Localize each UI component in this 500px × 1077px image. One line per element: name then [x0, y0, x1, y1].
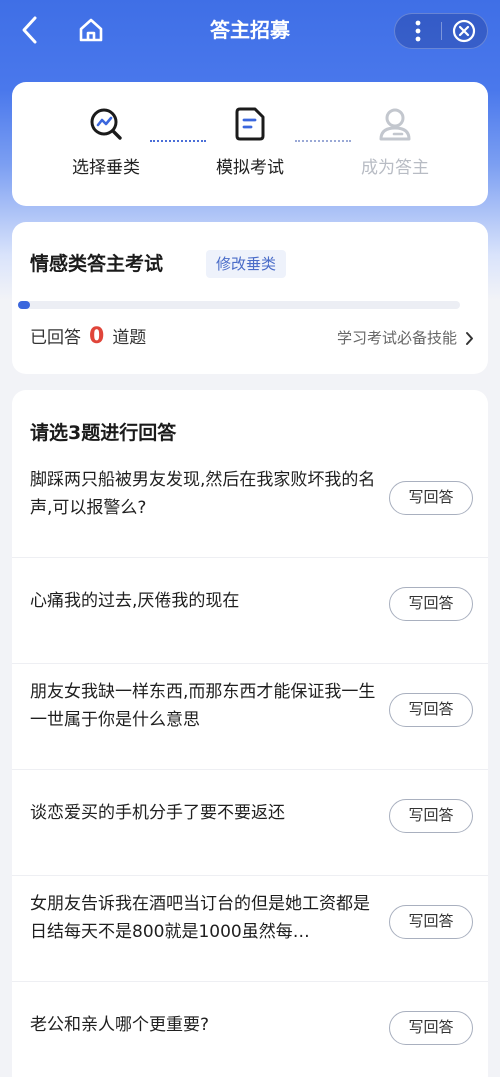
home-button[interactable] — [74, 12, 108, 48]
question-text[interactable]: 脚踩两只船被男友发现,然后在我家败坏我的名声,可以报警么? — [30, 466, 384, 522]
page-title: 答主招募 — [210, 18, 290, 42]
exam-skills-label: 学习考试必备技能 — [336, 329, 457, 347]
chevron-left-icon — [22, 16, 37, 44]
exam-status-card: 情感类答主考试 修改垂类 已回答 0 道题 学习考试必备技能 — [12, 222, 488, 374]
answered-count: 0 — [89, 324, 105, 349]
home-icon — [79, 18, 103, 42]
write-answer-button[interactable]: 写回答 — [389, 693, 473, 727]
back-button[interactable] — [14, 12, 46, 48]
question-text[interactable]: 朋友女我缺一样东西,而那东西才能保证我一生一世属于你是什么意思 — [30, 678, 384, 734]
user-icon — [375, 104, 415, 144]
write-answer-button[interactable]: 写回答 — [389, 1011, 473, 1045]
modify-category-button[interactable]: 修改垂类 — [206, 250, 287, 278]
question-row: 脚踩两只船被男友发现,然后在我家败坏我的名声,可以报警么? 写回答 — [12, 452, 488, 558]
question-text[interactable]: 心痛我的过去,厌倦我的现在 — [30, 587, 384, 615]
answered-count-text: 已回答 0 道题 — [30, 322, 146, 353]
question-list-heading: 请选3题进行回答 — [30, 422, 177, 444]
question-row: 谈恋爱买的手机分手了要不要返还 写回答 — [12, 770, 488, 876]
question-text[interactable]: 老公和亲人哪个更重要? — [30, 1011, 384, 1039]
question-text[interactable]: 谈恋爱买的手机分手了要不要返还 — [30, 799, 384, 827]
document-icon — [230, 104, 270, 144]
step-choose-category: 选择垂类 — [51, 104, 161, 180]
step-label: 成为答主 — [361, 158, 429, 178]
close-circle-icon — [453, 19, 476, 43]
write-answer-button[interactable]: 写回答 — [389, 905, 473, 939]
question-row: 女朋友告诉我在酒吧当订台的但是她工资都是日结每天不是800就是1000虽然每… … — [12, 876, 488, 982]
write-answer-button[interactable]: 写回答 — [389, 587, 473, 621]
progress-steps-card: 选择垂类 模拟考试 成为答主 — [12, 82, 488, 206]
question-row: 老公和亲人哪个更重要? 写回答 — [12, 982, 488, 1077]
step-label: 模拟考试 — [216, 158, 284, 178]
answered-prefix: 已回答 — [30, 328, 81, 348]
write-answer-button[interactable]: 写回答 — [389, 481, 473, 515]
chevron-right-icon — [466, 331, 473, 345]
step-label: 选择垂类 — [72, 158, 140, 178]
close-button[interactable] — [441, 13, 487, 49]
exam-progress-fill — [18, 301, 30, 309]
question-list-card: 请选3题进行回答 脚踩两只船被男友发现,然后在我家败坏我的名声,可以报警么? 写… — [12, 390, 488, 1077]
more-vertical-icon — [415, 20, 421, 42]
mini-program-capsule — [394, 13, 488, 49]
write-answer-button[interactable]: 写回答 — [389, 799, 473, 833]
answered-suffix: 道题 — [112, 328, 147, 348]
step-become-answerer: 成为答主 — [340, 104, 450, 180]
exam-progress-bar — [18, 301, 460, 309]
exam-title: 情感类答主考试 — [30, 253, 164, 275]
question-row: 朋友女我缺一样东西,而那东西才能保证我一生一世属于你是什么意思 写回答 — [12, 664, 488, 770]
top-navigation-bar: 答主招募 — [0, 0, 500, 62]
exam-skills-link[interactable]: 学习考试必备技能 — [337, 326, 474, 350]
question-row: 心痛我的过去,厌倦我的现在 写回答 — [12, 558, 488, 664]
search-chart-icon — [86, 104, 126, 144]
step-mock-exam: 模拟考试 — [195, 104, 305, 180]
more-button[interactable] — [395, 13, 441, 49]
question-text[interactable]: 女朋友告诉我在酒吧当订台的但是她工资都是日结每天不是800就是1000虽然每… — [30, 890, 384, 946]
